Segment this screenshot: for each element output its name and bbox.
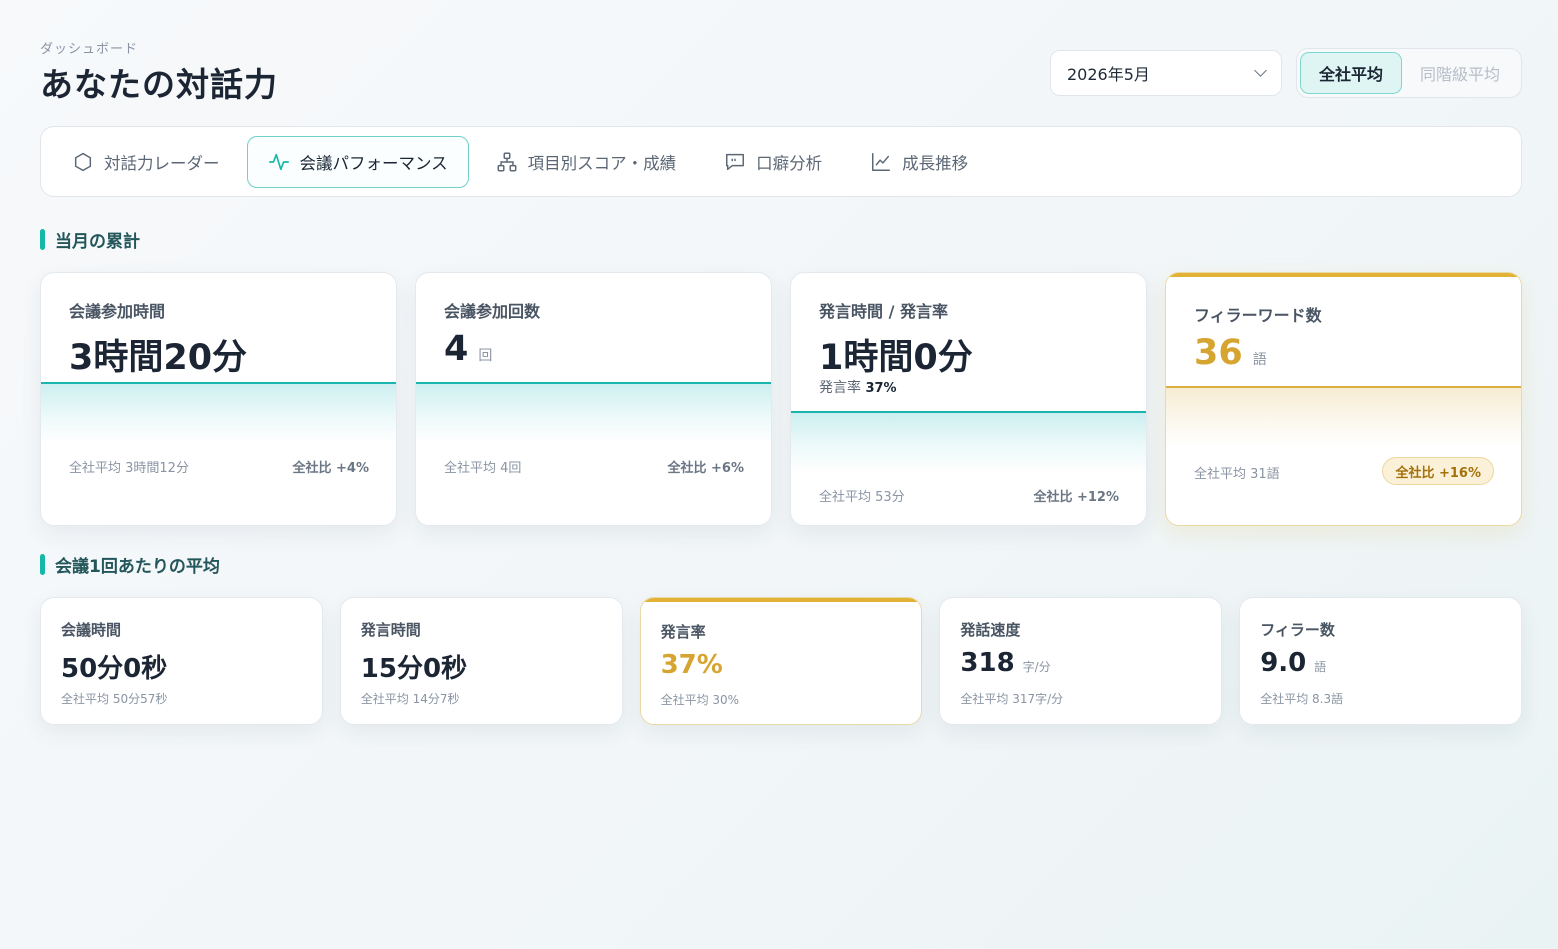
metric-card-speaking-time: 発言時間 / 発言率 1時間0分 発言率 37% 全社平均 53分 全社比 +1…: [790, 272, 1147, 526]
tab-habit-analysis[interactable]: 口癖分析: [703, 136, 843, 188]
compare-company-average[interactable]: 全社平均: [1299, 52, 1402, 94]
metric-value: 15分0秒: [361, 648, 467, 685]
metric-card-meeting-count: 会議参加回数 4 回 全社平均 4回 全社比 +6%: [415, 272, 772, 526]
metric-value-number: 50分0秒: [61, 654, 168, 684]
metric-value-number: 37%: [660, 650, 723, 680]
metric-average: 全社平均 3時間12分: [69, 461, 189, 476]
avg-card-filler-count: フィラー数 9.0 語 全社平均 8.3語: [1239, 597, 1522, 725]
metric-subvalue-number: 37%: [865, 381, 897, 396]
chat-quote-icon: [726, 153, 745, 170]
section-accent-bar: [40, 554, 45, 575]
metric-card-meeting-time: 会議参加時間 3時間20分 全社平均 3時間12分 全社比 +4%: [40, 272, 397, 526]
avg-card-speech-speed: 発話速度 318 字/分 全社平均 317字/分: [939, 597, 1223, 725]
month-select[interactable]: 2026年5月: [1049, 50, 1282, 96]
section-title: 当月の累計: [55, 232, 140, 252]
hexagon-icon: [74, 152, 92, 171]
metric-value-number: 15分0秒: [360, 654, 468, 684]
metric-value-number: 9.0: [1260, 648, 1307, 678]
metric-average: 全社平均 8.3語: [1260, 692, 1344, 706]
dashboard-page: ダッシュボード あなたの対話力 2026年5月 全社平均 同階級平均 対話力レー…: [40, 38, 1522, 725]
metric-sparkline: [416, 382, 771, 444]
tab-item-scores[interactable]: 項目別スコア・成績: [475, 136, 698, 188]
metric-value: 1時間0分: [819, 329, 973, 380]
per-meeting-cards: 会議時間 50分0秒 全社平均 50分57秒 発言時間 15分0秒 全社平均 1…: [40, 597, 1522, 725]
avg-card-meeting-time: 会議時間 50分0秒 全社平均 50分57秒: [40, 597, 323, 725]
section-title: 会議1回あたりの平均: [55, 557, 220, 577]
metric-average: 全社平均 14分7秒: [360, 692, 460, 706]
metric-value-number: 4: [444, 329, 469, 369]
avg-card-speaking-rate: 発言率 37% 全社平均 30%: [639, 597, 923, 725]
metric-unit: 字/分: [1022, 660, 1051, 674]
metric-value-number: 36: [1194, 333, 1243, 373]
metric-unit: 語: [1252, 352, 1267, 368]
tab-dialogue-radar[interactable]: 対話力レーダー: [51, 136, 241, 188]
dashboard-tabs: 対話力レーダー 会議パフォーマンス 項目別スコア・成績 口癖分析 成長推移: [40, 126, 1522, 197]
metric-label: 発話速度: [960, 621, 1021, 639]
section-monthly-totals: 当月の累計: [40, 227, 1522, 252]
metric-subvalue-label: 発言率: [819, 380, 861, 396]
metric-comparison: 全社比 +12%: [1033, 490, 1119, 505]
metric-value: 50分0秒: [61, 648, 167, 685]
metric-value: 37%: [661, 650, 723, 680]
metric-label: フィラー数: [1260, 621, 1335, 639]
activity-icon: [268, 153, 289, 170]
tab-label: 項目別スコア・成績: [527, 153, 677, 173]
section-per-meeting: 会議1回あたりの平均: [40, 552, 1522, 577]
metric-unit: 回: [478, 348, 493, 364]
avg-card-speaking-time: 発言時間 15分0秒 全社平均 14分7秒: [339, 597, 623, 725]
breadcrumb[interactable]: ダッシュボード: [40, 38, 278, 57]
metric-sparkline: [1166, 386, 1521, 448]
header-controls: 2026年5月 全社平均 同階級平均: [1049, 48, 1522, 98]
metric-label: 会議参加時間: [69, 302, 166, 321]
month-select-value: 2026年5月: [1066, 65, 1150, 84]
metric-label: 発言率: [660, 623, 706, 641]
metric-average: 全社平均 317字/分: [960, 692, 1064, 706]
metric-comparison: 全社比 +6%: [667, 461, 745, 476]
metric-label: 会議時間: [61, 621, 122, 639]
metric-value: 36 語: [1194, 333, 1267, 373]
metric-unit: 語: [1314, 660, 1327, 674]
metric-average: 全社平均 53分: [819, 490, 905, 505]
metric-value: 4 回: [444, 329, 492, 369]
line-chart-icon: [872, 152, 891, 171]
tab-label: 対話力レーダー: [104, 153, 220, 173]
tab-label: 口癖分析: [756, 153, 823, 173]
metric-label: フィラーワード数: [1194, 306, 1322, 325]
metric-value: 9.0 語: [1260, 648, 1326, 678]
metric-label: 発言時間 / 発言率: [819, 302, 948, 321]
metric-average: 全社平均 4回: [444, 461, 522, 476]
tab-label: 成長推移: [902, 153, 969, 173]
metric-card-filler-words: フィラーワード数 36 語 全社平均 31語 全社比 +16%: [1165, 272, 1522, 526]
metric-comparison: 全社比 +4%: [292, 461, 370, 476]
metric-subvalue: 発言率 37%: [819, 377, 897, 397]
tab-meeting-performance[interactable]: 会議パフォーマンス: [246, 135, 469, 188]
title-block: ダッシュボード あなたの対話力: [40, 38, 278, 106]
metric-average: 全社平均 31語: [1194, 467, 1280, 482]
metric-value: 3時間20分: [69, 329, 247, 380]
page-title: あなたの対話力: [40, 65, 278, 104]
metric-comparison-badge: 全社比 +16%: [1382, 457, 1494, 485]
metric-value-number: 1時間0分: [819, 338, 973, 378]
hierarchy-icon: [497, 152, 517, 171]
page-header: ダッシュボード あなたの対話力 2026年5月 全社平均 同階級平均: [40, 38, 1522, 126]
metric-sparkline: [41, 382, 396, 444]
chevron-down-icon: [1254, 64, 1267, 77]
metric-label: 発言時間: [360, 621, 421, 639]
metric-value-number: 318: [960, 648, 1015, 678]
metric-average: 全社平均 50分57秒: [61, 692, 168, 706]
metric-label: 会議参加回数: [444, 302, 541, 321]
monthly-cards: 会議参加時間 3時間20分 全社平均 3時間12分 全社比 +4% 会議参加回数…: [40, 272, 1522, 526]
compare-same-grade-average[interactable]: 同階級平均: [1402, 52, 1518, 94]
tab-label: 会議パフォーマンス: [299, 153, 448, 173]
metric-sparkline: [791, 411, 1146, 473]
metric-value-number: 3時間20分: [69, 338, 248, 378]
metric-average: 全社平均 30%: [660, 693, 740, 707]
section-accent-bar: [40, 229, 45, 250]
metric-value: 318 字/分: [960, 648, 1050, 678]
tab-growth-trend[interactable]: 成長推移: [849, 136, 989, 188]
compare-toggle: 全社平均 同階級平均: [1295, 48, 1522, 98]
